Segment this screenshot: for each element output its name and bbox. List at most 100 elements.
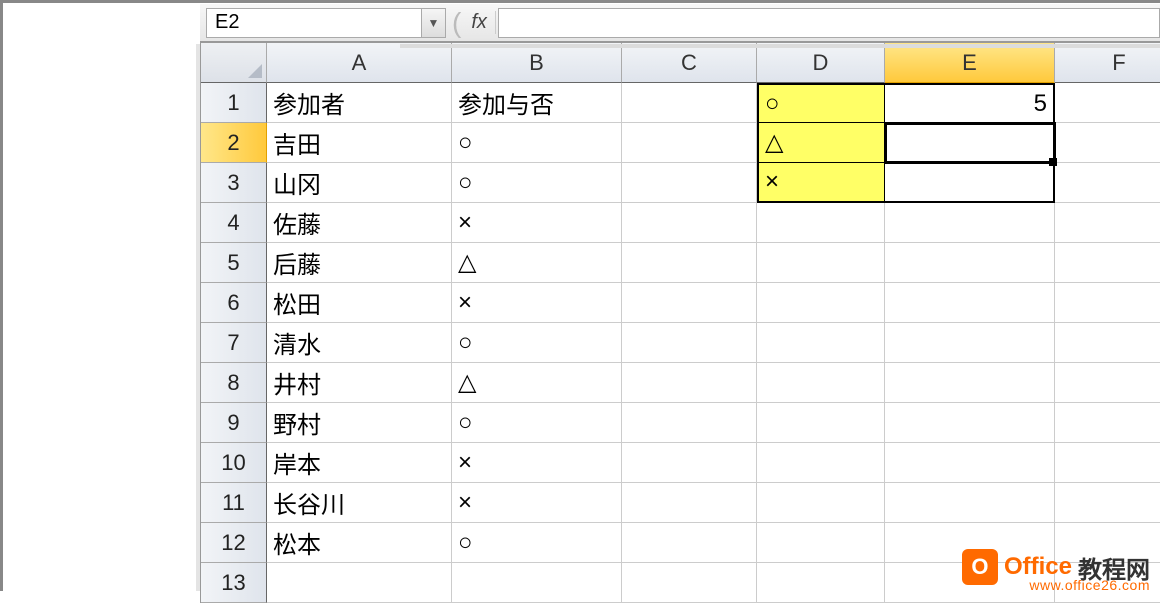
cell-A3[interactable]: 山冈	[267, 163, 452, 203]
col-header-C[interactable]: C	[622, 43, 757, 83]
select-all-corner[interactable]	[201, 43, 267, 83]
cell-E1[interactable]: 5	[885, 83, 1055, 123]
cell-B5[interactable]: △	[452, 243, 622, 283]
cell-B13[interactable]	[452, 563, 622, 603]
col-header-D[interactable]: D	[757, 43, 885, 83]
cell-F3[interactable]	[1055, 163, 1160, 203]
cell-F2[interactable]	[1055, 123, 1160, 163]
row-header-11[interactable]: 11	[201, 483, 267, 523]
cell-E4[interactable]	[885, 203, 1055, 243]
cell-F5[interactable]	[1055, 243, 1160, 283]
name-box[interactable]: E2 ▼	[206, 8, 446, 38]
cell-A5[interactable]: 后藤	[267, 243, 452, 283]
cell-E3[interactable]	[885, 163, 1055, 203]
cell-F7[interactable]	[1055, 323, 1160, 363]
cell-E9[interactable]	[885, 403, 1055, 443]
cell-D12[interactable]	[757, 523, 885, 563]
col-header-E[interactable]: E	[885, 43, 1055, 83]
cell-D6[interactable]	[757, 283, 885, 323]
cell-B12[interactable]: ○	[452, 523, 622, 563]
cell-C3[interactable]	[622, 163, 757, 203]
cell-E8[interactable]	[885, 363, 1055, 403]
cell-D11[interactable]	[757, 483, 885, 523]
cell-A6[interactable]: 松田	[267, 283, 452, 323]
row-header-3[interactable]: 3	[201, 163, 267, 203]
cell-D1[interactable]: ○	[757, 83, 885, 123]
cell-E2[interactable]	[885, 123, 1055, 163]
cell-D2[interactable]: △	[757, 123, 885, 163]
cell-F4[interactable]	[1055, 203, 1160, 243]
cell-E7[interactable]	[885, 323, 1055, 363]
fx-label[interactable]: fx	[463, 11, 496, 34]
cell-B2[interactable]: ○	[452, 123, 622, 163]
cell-A7[interactable]: 清水	[267, 323, 452, 363]
col-header-F[interactable]: F	[1055, 43, 1160, 83]
cell-A13[interactable]	[267, 563, 452, 603]
cell-B1[interactable]: 参加与否	[452, 83, 622, 123]
cell-D13[interactable]	[757, 563, 885, 603]
cell-D8[interactable]	[757, 363, 885, 403]
row-header-10[interactable]: 10	[201, 443, 267, 483]
cell-D7[interactable]	[757, 323, 885, 363]
row-header-4[interactable]: 4	[201, 203, 267, 243]
col-header-A[interactable]: A	[267, 43, 452, 83]
cell-E6[interactable]	[885, 283, 1055, 323]
row-header-6[interactable]: 6	[201, 283, 267, 323]
cell-C9[interactable]	[622, 403, 757, 443]
cell-A2[interactable]: 吉田	[267, 123, 452, 163]
cell-D3[interactable]: ×	[757, 163, 885, 203]
cell-E10[interactable]	[885, 443, 1055, 483]
cell-A10[interactable]: 岸本	[267, 443, 452, 483]
cell-grid[interactable]: A B C D E F G H 1 参加者 参加与否 ○ 5 2 吉田 ○ △ …	[200, 42, 1160, 603]
row-header-2[interactable]: 2	[201, 123, 267, 163]
cell-A9[interactable]: 野村	[267, 403, 452, 443]
cell-C8[interactable]	[622, 363, 757, 403]
cell-A1[interactable]: 参加者	[267, 83, 452, 123]
cell-B4[interactable]: ×	[452, 203, 622, 243]
cell-A8[interactable]: 井村	[267, 363, 452, 403]
cell-C7[interactable]	[622, 323, 757, 363]
name-box-dropdown[interactable]: ▼	[421, 9, 445, 37]
fx-paren-icon: (	[452, 7, 461, 39]
cell-C1[interactable]	[622, 83, 757, 123]
cell-F8[interactable]	[1055, 363, 1160, 403]
cell-F6[interactable]	[1055, 283, 1160, 323]
col-header-B[interactable]: B	[452, 43, 622, 83]
cell-B11[interactable]: ×	[452, 483, 622, 523]
cell-C13[interactable]	[622, 563, 757, 603]
cell-D4[interactable]	[757, 203, 885, 243]
cell-F11[interactable]	[1055, 483, 1160, 523]
cell-B8[interactable]: △	[452, 363, 622, 403]
formula-input[interactable]	[498, 8, 1160, 38]
cell-F10[interactable]	[1055, 443, 1160, 483]
cell-B10[interactable]: ×	[452, 443, 622, 483]
row-header-9[interactable]: 9	[201, 403, 267, 443]
row-header-5[interactable]: 5	[201, 243, 267, 283]
cell-D10[interactable]	[757, 443, 885, 483]
cell-E5[interactable]	[885, 243, 1055, 283]
cell-B7[interactable]: ○	[452, 323, 622, 363]
cell-A4[interactable]: 佐藤	[267, 203, 452, 243]
cell-C6[interactable]	[622, 283, 757, 323]
cell-C5[interactable]	[622, 243, 757, 283]
cell-B9[interactable]: ○	[452, 403, 622, 443]
cell-E11[interactable]	[885, 483, 1055, 523]
cell-C10[interactable]	[622, 443, 757, 483]
cell-B6[interactable]: ×	[452, 283, 622, 323]
cell-C12[interactable]	[622, 523, 757, 563]
cell-C4[interactable]	[622, 203, 757, 243]
row-header-8[interactable]: 8	[201, 363, 267, 403]
cell-C2[interactable]	[622, 123, 757, 163]
cell-A11[interactable]: 长谷川	[267, 483, 452, 523]
row-header-7[interactable]: 7	[201, 323, 267, 363]
row-header-13[interactable]: 13	[201, 563, 267, 603]
cell-F9[interactable]	[1055, 403, 1160, 443]
cell-D9[interactable]	[757, 403, 885, 443]
cell-F1[interactable]	[1055, 83, 1160, 123]
row-header-12[interactable]: 12	[201, 523, 267, 563]
row-header-1[interactable]: 1	[201, 83, 267, 123]
cell-D5[interactable]	[757, 243, 885, 283]
cell-C11[interactable]	[622, 483, 757, 523]
cell-B3[interactable]: ○	[452, 163, 622, 203]
cell-A12[interactable]: 松本	[267, 523, 452, 563]
